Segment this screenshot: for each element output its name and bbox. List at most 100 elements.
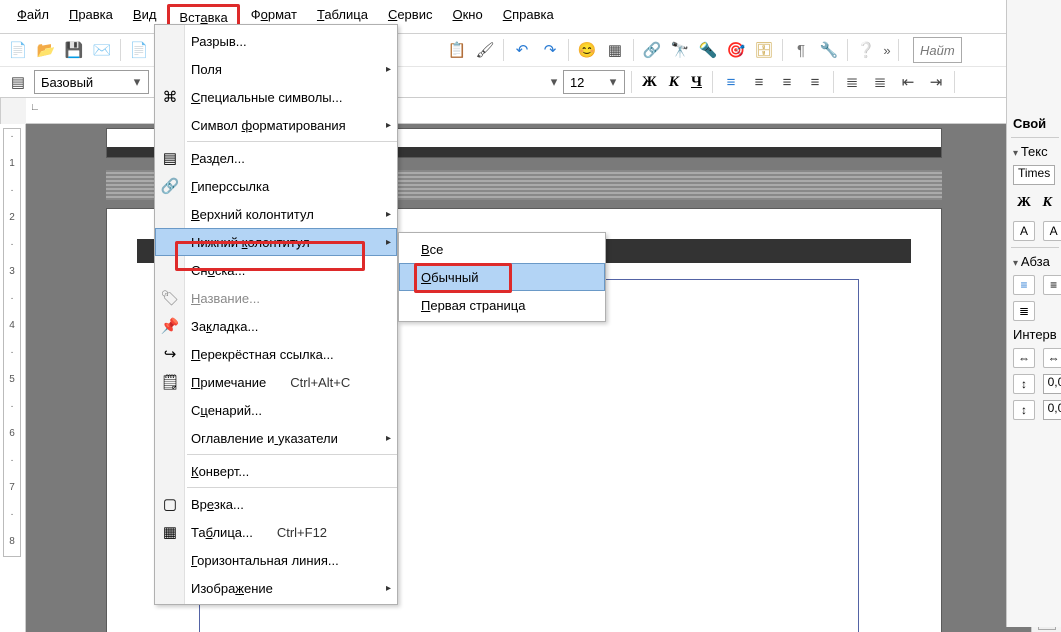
insert-menu-item[interactable]: 🏷 Название... [155,284,397,312]
insert-menu-item[interactable]: Поля▸ [155,55,397,83]
menu-window[interactable]: Окно [443,4,491,30]
insert-menu-item[interactable]: Верхний колонтитул ▸ [155,200,397,228]
sidebar-spacing-icon[interactable]: ⇔ [1013,348,1035,368]
submenu-arrow-icon: ▸ [386,583,391,594]
vertical-ruler[interactable]: ·1·2·3·4·5·6·7·8 [0,124,26,632]
export-pdf-icon[interactable]: 📄 [127,38,151,62]
sidebar-section-paragraph[interactable]: Абза [1013,254,1057,269]
styles-dropdown-icon[interactable]: ▤ [6,70,30,94]
insert-menu-item[interactable]: Конверт... [155,457,397,485]
menu-help[interactable]: Справка [494,4,563,30]
insert-menu-item[interactable]: Разрыв... [155,27,397,55]
menu-item-label: Специальные символы... [191,90,343,105]
increase-indent-icon[interactable]: ⇥ [924,70,948,94]
undo-icon[interactable]: ↶ [510,38,534,62]
sidebar-fontcolor-icon[interactable]: A [1013,221,1035,241]
submenu-arrow-icon: ▸ [386,209,391,220]
align-center-icon[interactable]: ≡ [747,70,771,94]
separator [503,39,504,61]
target-icon[interactable]: 🎯 [724,38,748,62]
insert-menu-item[interactable]: ▤Раздел... [155,144,397,172]
insert-menu-item[interactable]: 🔗Гиперссылка [155,172,397,200]
align-justify-icon[interactable]: ≡ [803,70,827,94]
footer-submenu-item[interactable]: Первая страница [399,291,605,319]
menu-edit[interactable]: Правка [60,4,122,30]
format-brush-icon[interactable]: 🖌 [473,38,497,62]
numbering-icon[interactable]: ≣ [868,70,892,94]
menu-item-label: Перекрёстная ссылка... [191,347,334,362]
sidebar-highlight-icon[interactable]: A [1043,221,1061,241]
sidebar-lineheight-value[interactable]: 0,0 [1043,374,1061,394]
sidebar-lineheight-icon[interactable]: ↕ [1013,374,1035,394]
align-left-icon[interactable]: ≡ [719,70,743,94]
menu-item-icon: ↪ [160,344,180,364]
sidebar-align-left-icon[interactable]: ≡ [1013,275,1035,295]
highlight-footer-item [175,241,365,271]
insert-menu-item[interactable]: 🗒ПримечаниеCtrl+Alt+C [155,368,397,396]
table-icon[interactable]: ▦ [603,38,627,62]
menu-item-label: Верхний колонтитул [191,207,314,222]
insert-menu-item[interactable]: ▦Таблица...Ctrl+F12 [155,518,397,546]
options-icon[interactable]: 🔧 [817,38,841,62]
hyperlink-icon[interactable]: 😊 [575,38,599,62]
font-size-combo[interactable]: 12 ▾ [563,70,625,94]
menu-item-label: Примечание [191,375,266,390]
sidebar-align-center-icon[interactable]: ≡ [1043,275,1061,295]
sidebar-lineheight-icon2[interactable]: ↕ [1013,400,1035,420]
sidebar-title: Свой [1013,116,1057,131]
sidebar-spacing-icon2[interactable]: ⇔ [1043,348,1061,368]
paste-icon[interactable]: 📋 [445,38,469,62]
insert-menu-item[interactable]: ⌘Специальные символы... [155,83,397,111]
italic-button[interactable]: К [665,70,683,94]
toolbar-more[interactable]: » [882,43,892,58]
paragraph-style-combo[interactable]: Базовый ▾ [34,70,149,94]
insert-menu-item[interactable]: Горизонтальная линия... [155,546,397,574]
align-right-icon[interactable]: ≡ [775,70,799,94]
menu-item-label: Горизонтальная линия... [191,553,339,568]
nav-icon[interactable]: 🔗 [640,38,664,62]
save-icon[interactable]: 💾 [62,38,86,62]
bullets-icon[interactable]: ≣ [840,70,864,94]
menu-item-label: Таблица... [191,525,253,540]
redo-icon[interactable]: ↷ [538,38,562,62]
help-icon[interactable]: ❔ [854,38,878,62]
underline-button[interactable]: Ч [687,70,706,94]
sidebar-bullets-icon[interactable]: ≣ [1013,301,1035,321]
menu-item-label: Разрыв... [191,34,247,49]
menu-item-icon: 🗒 [160,372,180,392]
sidebar-italic[interactable]: К [1038,191,1056,215]
separator [120,39,121,61]
footer-submenu-item[interactable]: Все [399,235,605,263]
bold-button[interactable]: Ж [638,70,661,94]
sidebar-bold[interactable]: Ж [1013,191,1035,215]
separator [954,71,955,93]
menu-item-icon: 🏷 [160,288,180,308]
menu-item-label: Поля [191,62,222,77]
font-color-icon[interactable] [961,70,985,94]
paragraph-style-value: Базовый [41,75,93,90]
sidebar-font-name[interactable]: Times [1013,165,1055,185]
separator [568,39,569,61]
insert-menu-item[interactable]: Оглавление и указатели▸ [155,424,397,452]
email-icon[interactable]: ✉️ [90,38,114,62]
decrease-indent-icon[interactable]: ⇤ [896,70,920,94]
open-icon[interactable]: 📂 [34,38,58,62]
insert-menu-item[interactable]: Изображение▸ [155,574,397,602]
insert-menu-item[interactable]: ↪ Перекрёстная ссылка... [155,340,397,368]
menu-item-label: Раздел... [191,151,245,166]
sidebar-lineheight-value2[interactable]: 0,0 [1043,400,1061,420]
menu-item-label: Оглавление и указатели [191,431,338,446]
insert-menu-item[interactable]: 📌Закладка... [155,312,397,340]
pilcrow-icon[interactable]: ¶ [789,38,813,62]
find-icon[interactable]: 🔭 [668,38,692,62]
find-input[interactable]: Найт [913,37,962,63]
new-doc-icon[interactable]: 📄 [6,38,30,62]
gallery-icon[interactable]: 🔦 [696,38,720,62]
datasource-icon[interactable]: 🗄 [752,38,776,62]
insert-menu-item[interactable]: Сценарий... [155,396,397,424]
menu-file[interactable]: Файл [8,4,58,30]
insert-menu-item[interactable]: Символ форматирования▸ [155,111,397,139]
menu-item-label: Название... [191,291,260,306]
insert-menu-item[interactable]: ▢Врезка... [155,490,397,518]
sidebar-section-text[interactable]: Текс [1013,144,1057,159]
